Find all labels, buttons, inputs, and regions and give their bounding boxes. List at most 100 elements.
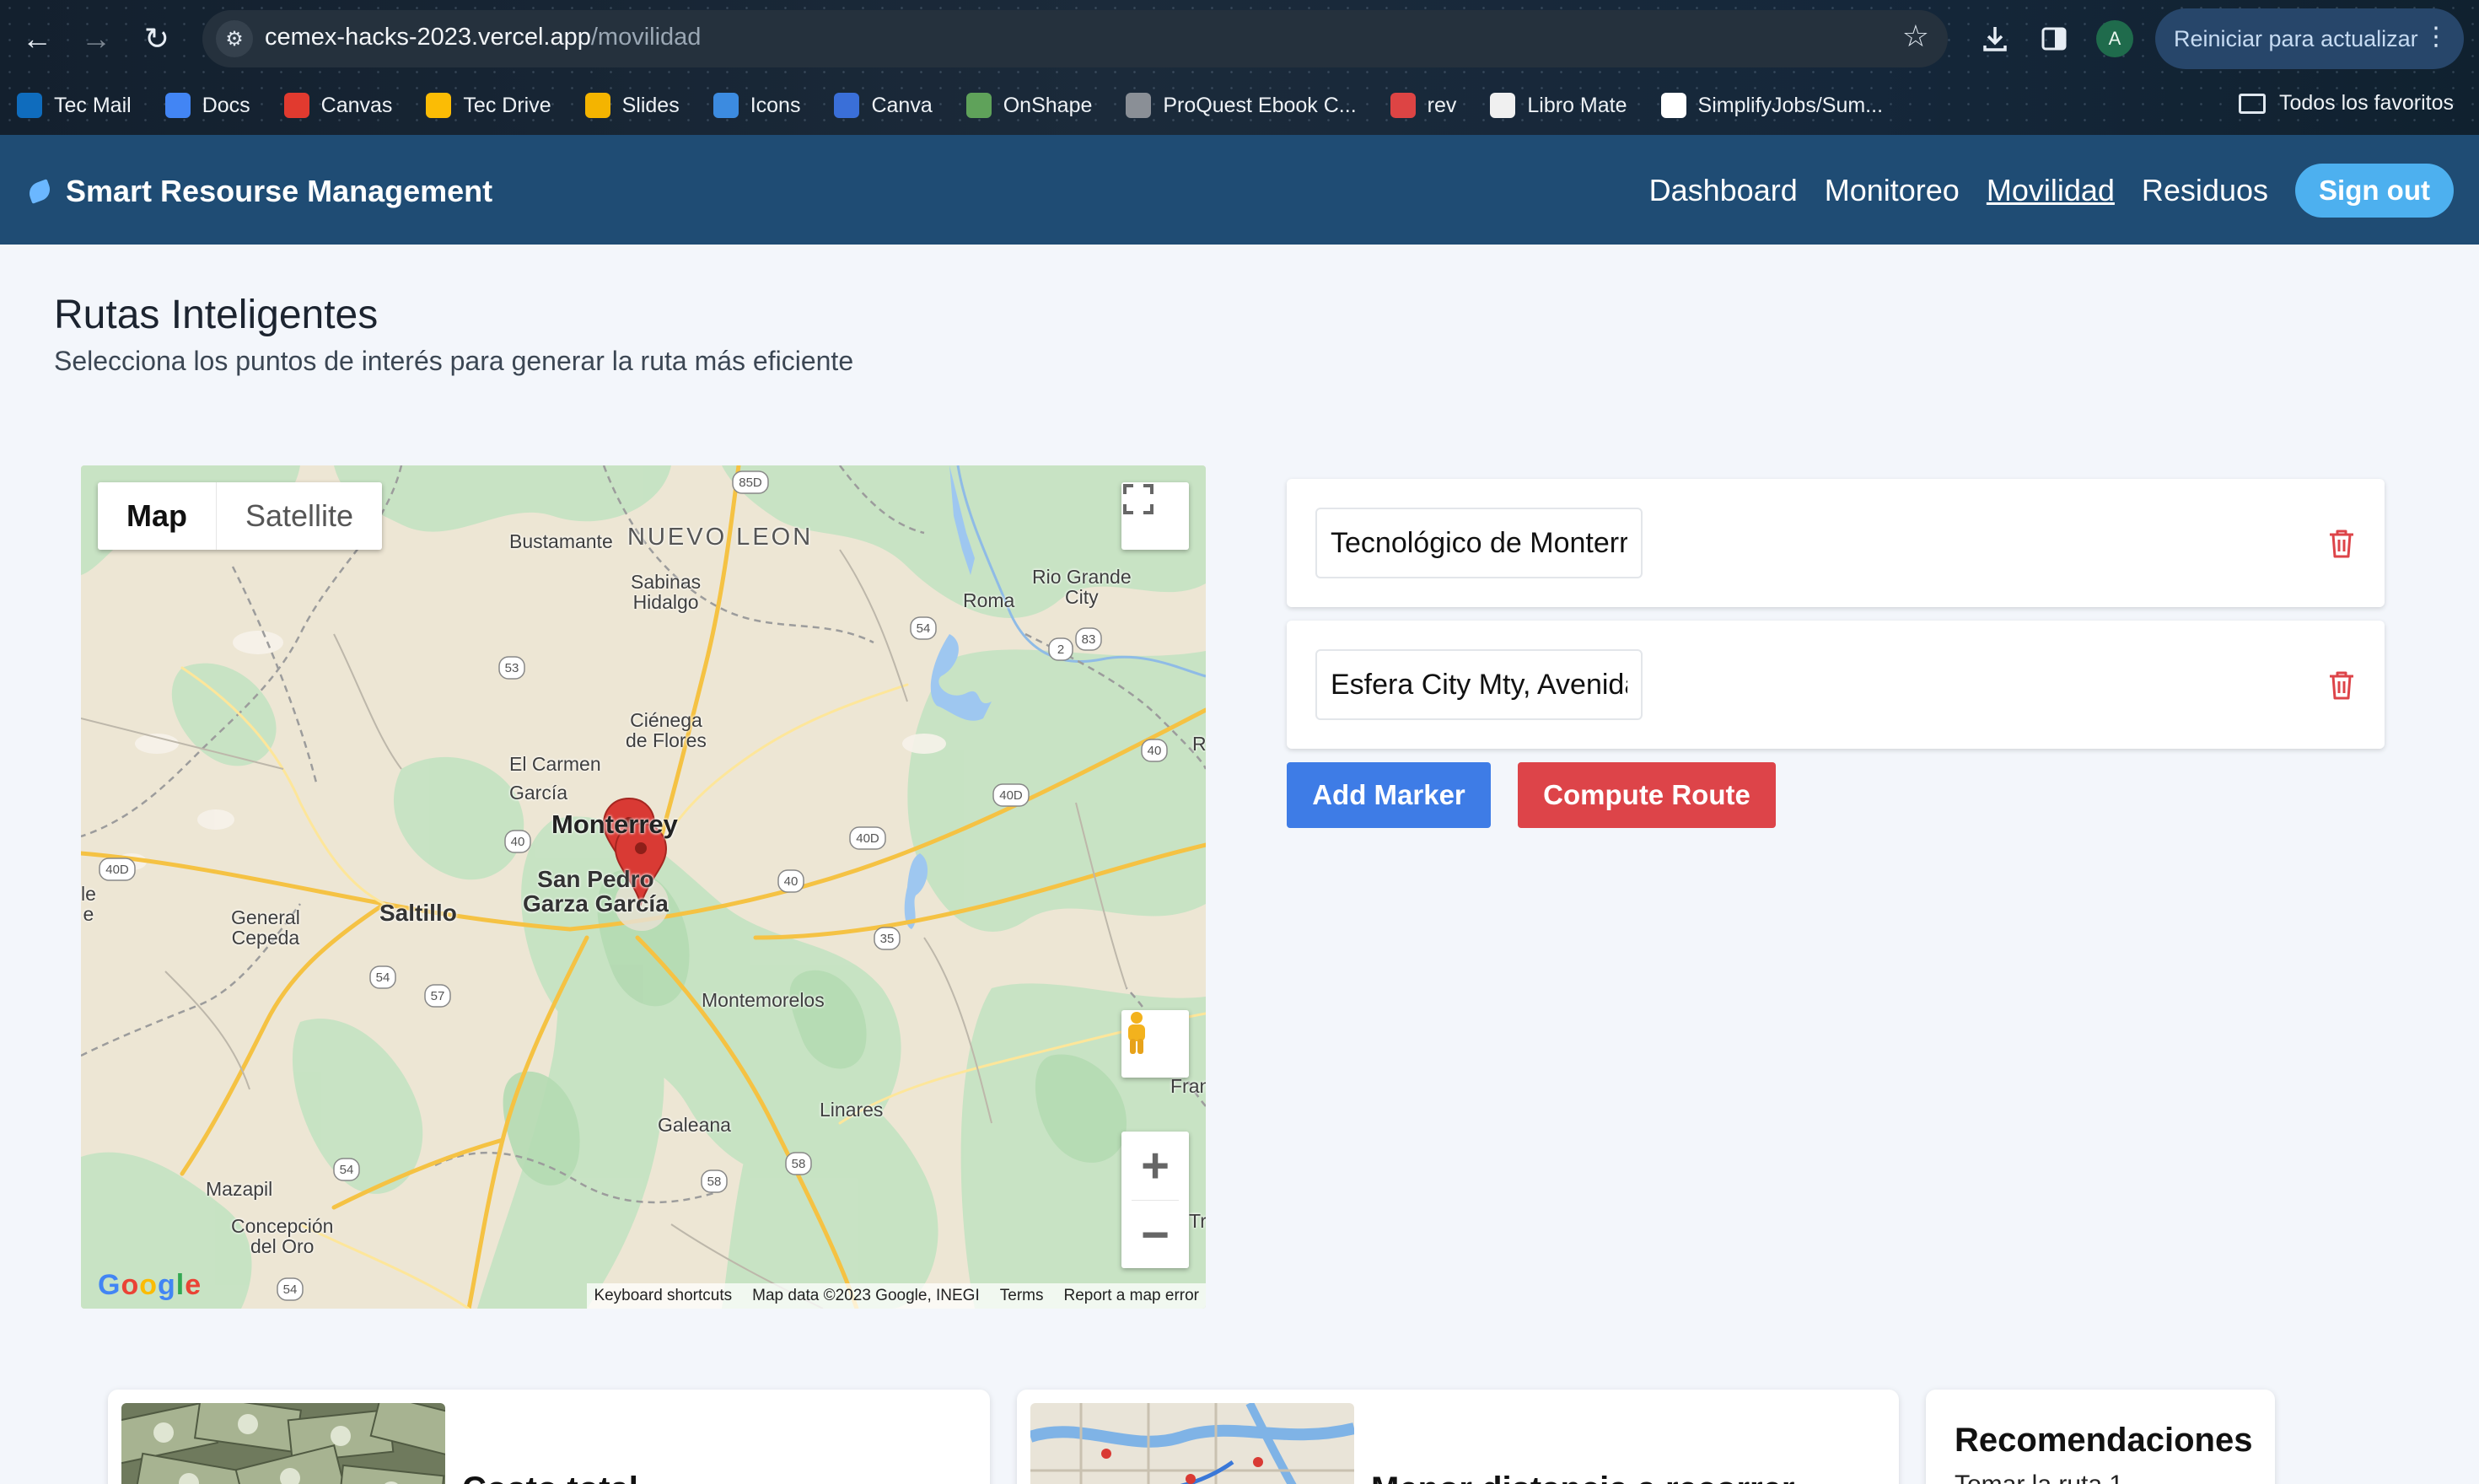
bookmark-label: Docs xyxy=(202,93,250,117)
recommendations-card: Recomendaciones Tomar la ruta 1 xyxy=(1926,1390,2275,1484)
bookmark-item[interactable]: Libro Mate xyxy=(1490,93,1627,118)
map-label-monterrey: Monterrey xyxy=(551,809,678,839)
card-title: Costo total xyxy=(462,1471,638,1484)
keyboard-shortcuts-link[interactable]: Keyboard shortcuts xyxy=(594,1287,732,1305)
bookmark-item[interactable]: rev xyxy=(1390,93,1456,118)
bookmark-item[interactable]: ProQuest Ebook C... xyxy=(1126,93,1357,118)
map-label-mazapil: Mazapil xyxy=(206,1178,273,1200)
marker-location-input[interactable] xyxy=(1315,508,1643,578)
canva-icon xyxy=(834,93,860,118)
zoom-out-icon[interactable]: − xyxy=(1121,1201,1189,1269)
nav-movilidad[interactable]: Movilidad xyxy=(1987,173,2115,208)
site-info-icon[interactable]: ⚙ xyxy=(216,20,253,57)
report-map-error-link[interactable]: Report a map error xyxy=(1063,1287,1199,1305)
card-title: Recomendaciones xyxy=(1955,1422,2253,1459)
google-logo: Google xyxy=(98,1269,202,1301)
forward-icon[interactable]: → xyxy=(73,15,120,62)
bookmark-item[interactable]: Slides xyxy=(584,93,680,118)
delete-marker-icon[interactable] xyxy=(2327,528,2356,560)
bookmark-item[interactable]: Canva xyxy=(834,93,933,118)
map-label-general-cepeda: General Cepeda xyxy=(231,906,300,949)
money-image xyxy=(121,1403,445,1484)
shield-54-west: 54 xyxy=(376,971,390,985)
proquest-icon xyxy=(1126,93,1152,118)
shield-40-east: 40 xyxy=(1148,744,1162,758)
marker-row xyxy=(1287,479,2385,607)
bookmark-label: Libro Mate xyxy=(1527,93,1627,117)
bookmark-star-icon[interactable]: ☆ xyxy=(1902,19,1929,54)
nav-residuos[interactable]: Residuos xyxy=(2142,173,2268,208)
shield-57: 57 xyxy=(431,989,445,1003)
sign-out-button[interactable]: Sign out xyxy=(2295,164,2454,218)
all-bookmarks[interactable]: Todos los favoritos xyxy=(2238,91,2454,116)
street-view-pegman-icon[interactable] xyxy=(1121,1010,1189,1078)
map-label-galeana: Galeana xyxy=(658,1114,731,1136)
bookmark-item[interactable]: SimplifyJobs/Sum... xyxy=(1660,93,1883,118)
route-map[interactable]: 85D 53 54 2 83 40 40D 40 40D 40 35 54 57… xyxy=(81,465,1206,1309)
profile-avatar[interactable]: A xyxy=(2096,20,2133,57)
bookmark-item[interactable]: Tec Mail xyxy=(17,93,132,118)
delete-marker-icon[interactable] xyxy=(2327,669,2356,702)
shield-54-bottom: 54 xyxy=(283,1282,298,1297)
url-text[interactable]: cemex-hacks-2023.vercel.app/movilidad xyxy=(265,24,701,51)
card-subtitle: Tomar la ruta 1 xyxy=(1955,1471,2123,1484)
bookmark-label: Icons xyxy=(750,93,801,117)
shortest-distance-card: Menor distancia a recorrer xyxy=(1017,1390,1899,1484)
fullscreen-icon[interactable] xyxy=(1121,482,1189,550)
card-title: Menor distancia a recorrer xyxy=(1371,1471,1794,1484)
browser-chrome: ← → ↻ ⚙ cemex-hacks-2023.vercel.app/movi… xyxy=(0,0,2479,135)
icons-search-icon xyxy=(713,93,739,118)
marker-location-input[interactable] xyxy=(1315,649,1643,720)
back-icon[interactable]: ← xyxy=(13,15,61,62)
bookmark-item[interactable]: OnShape xyxy=(965,93,1093,118)
bookmark-label: Canva xyxy=(871,93,933,117)
page-title: Rutas Inteligentes xyxy=(54,293,379,337)
slides-icon xyxy=(584,93,610,118)
menu-dots-icon[interactable]: ⋮ xyxy=(2423,22,2449,51)
shield-54-north: 54 xyxy=(917,621,931,636)
map-label-fran: Fran xyxy=(1170,1075,1206,1097)
shield-40d-west: 40D xyxy=(105,863,129,877)
map-label-tr: Tr xyxy=(1189,1210,1206,1232)
shield-54-south: 54 xyxy=(340,1163,354,1177)
app-header: Smart Resourse Management Dashboard Moni… xyxy=(0,135,2479,245)
map-label-nuevo-leon: NUEVO LEON xyxy=(627,524,814,551)
bookmark-item[interactable]: Docs xyxy=(164,93,250,118)
bookmark-label: OnShape xyxy=(1003,93,1093,117)
shield-83: 83 xyxy=(1082,632,1096,647)
bookmark-label: Slides xyxy=(621,93,680,117)
update-browser-button[interactable]: Reiniciar para actualizar ⋮ xyxy=(2155,8,2464,69)
bookmark-label: ProQuest Ebook C... xyxy=(1163,93,1357,117)
map-type-map-button[interactable]: Map xyxy=(98,482,217,550)
shield-40d-east: 40D xyxy=(999,788,1023,803)
map-type-satellite-button[interactable]: Satellite xyxy=(217,482,382,550)
map-label-concepcion: Concepción del Oro xyxy=(231,1215,334,1258)
map-label-garcia: García xyxy=(509,782,568,804)
shield-40-mid: 40 xyxy=(784,874,799,889)
main-nav: Dashboard Monitoreo Movilidad Residuos S… xyxy=(1649,164,2454,218)
brand[interactable]: Smart Resourse Management xyxy=(26,174,493,209)
bookmark-item[interactable]: Canvas xyxy=(283,93,392,118)
nav-monitoreo[interactable]: Monitoreo xyxy=(1825,173,1960,208)
onshape-icon xyxy=(965,93,992,118)
brand-name: Smart Resourse Management xyxy=(66,174,493,208)
shield-58-west: 58 xyxy=(707,1175,722,1189)
map-label-le: le e xyxy=(81,883,96,926)
zoom-control: + − xyxy=(1121,1132,1189,1268)
folder-icon xyxy=(2238,93,2266,114)
nav-dashboard[interactable]: Dashboard xyxy=(1649,173,1798,208)
shield-58-east: 58 xyxy=(792,1157,806,1171)
add-marker-button[interactable]: Add Marker xyxy=(1287,762,1491,828)
zoom-in-icon[interactable]: + xyxy=(1121,1132,1189,1200)
reload-icon[interactable]: ↻ xyxy=(133,15,180,62)
terms-link[interactable]: Terms xyxy=(1000,1287,1044,1305)
leaf-logo-icon xyxy=(26,179,53,204)
libro-icon xyxy=(1490,93,1516,118)
download-icon[interactable] xyxy=(1973,17,2017,61)
bookmark-item[interactable]: Tec Drive xyxy=(426,93,551,118)
address-bar[interactable]: ⚙ cemex-hacks-2023.vercel.app/movilidad … xyxy=(202,10,1948,67)
bookmark-item[interactable]: Icons xyxy=(713,93,801,118)
side-panel-icon[interactable] xyxy=(2032,17,2076,61)
github-icon xyxy=(1660,93,1686,118)
compute-route-button[interactable]: Compute Route xyxy=(1518,762,1776,828)
